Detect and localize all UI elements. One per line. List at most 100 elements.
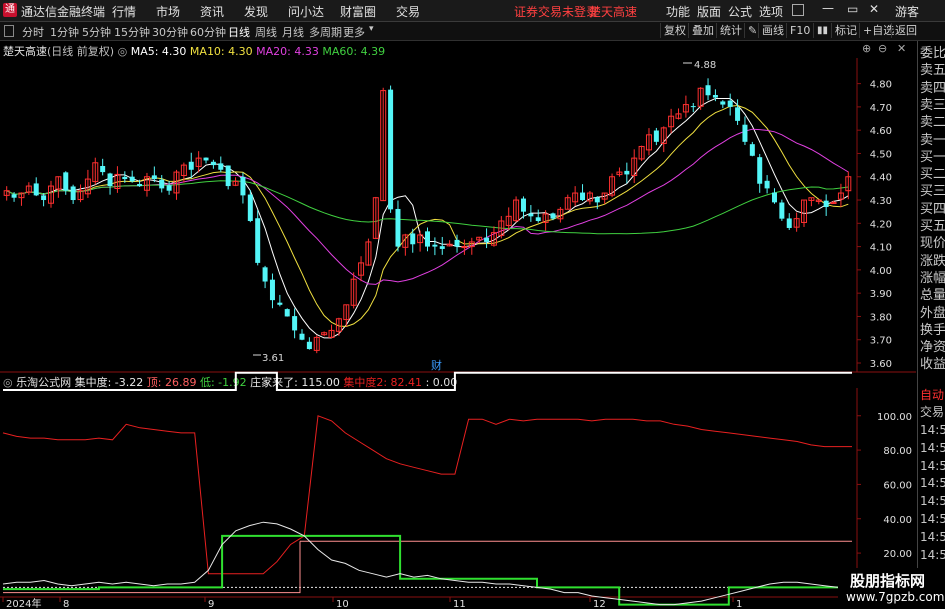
price-tick-label: 4.40 xyxy=(870,173,892,184)
candle-body xyxy=(432,244,438,247)
sidebar-field: 换手 xyxy=(920,322,945,338)
candle-body xyxy=(218,163,224,170)
candle-body xyxy=(255,218,261,263)
candle-body xyxy=(764,180,770,189)
top-line-start xyxy=(3,541,301,594)
candle-body xyxy=(11,194,17,198)
candle-body xyxy=(41,195,47,201)
candle-body xyxy=(690,106,696,108)
candle-body xyxy=(720,101,726,105)
candle-body xyxy=(247,194,253,221)
candle-body xyxy=(580,192,586,201)
sidebar-field: 收益 xyxy=(920,357,945,373)
indicator-tick-label: 40.00 xyxy=(883,515,912,526)
candle-body xyxy=(129,176,135,182)
ma20-line xyxy=(6,128,849,285)
quote-sidebar: 委比 卖五 卖四 卖三 卖二 卖一 买一 买二 买三 买四 买五 现价 涨跌 涨幅 总量 外盘 换手 净资 收益 自动… xyxy=(917,41,945,609)
candle-body xyxy=(159,179,165,189)
candle-body xyxy=(439,246,445,249)
candle-body xyxy=(100,166,106,173)
sidebar-field: 买五 xyxy=(920,219,945,234)
candle-body xyxy=(735,107,741,121)
low-price-label: 3.61 xyxy=(262,353,284,364)
candle-body xyxy=(166,185,172,191)
sidebar-trade[interactable]: 交易 xyxy=(920,403,945,421)
candle-body xyxy=(203,157,209,161)
focus2-line xyxy=(2,415,852,575)
indicator-tick-label: 20.00 xyxy=(883,549,912,560)
candle-body xyxy=(742,124,748,142)
sidebar-field: 外盘 xyxy=(920,305,945,321)
indicator-tick-label: 60.00 xyxy=(883,480,912,491)
ma5-line xyxy=(6,98,849,339)
candle-body xyxy=(151,175,157,180)
candle-body xyxy=(705,85,711,96)
candle-body xyxy=(395,208,401,247)
date-tick-label: 1 xyxy=(736,599,742,609)
candle-body xyxy=(188,161,194,170)
candle-body xyxy=(284,309,290,317)
candle-body xyxy=(410,233,416,245)
sidebar-field: 买三 xyxy=(920,184,945,200)
sidebar-auto[interactable]: 自动 xyxy=(920,386,945,404)
price-tick-label: 4.30 xyxy=(870,196,892,207)
date-tick-label: 8 xyxy=(63,599,69,609)
candle-body xyxy=(653,130,659,142)
tick-time: 14:56 xyxy=(920,494,945,509)
sidebar-field: 卖一 xyxy=(920,132,945,148)
ma10-line xyxy=(6,104,849,328)
date-tick-label: 11 xyxy=(453,599,466,609)
date-tick-label: 9 xyxy=(208,599,214,609)
indicator-tick-label: 100.00 xyxy=(877,412,912,423)
candle-body xyxy=(225,165,231,187)
candle-body xyxy=(33,183,39,196)
price-tick-label: 4.20 xyxy=(870,219,892,230)
watermark-url: www.7gpzb.com xyxy=(846,590,945,604)
sidebar-field: 买二 xyxy=(920,167,945,183)
sidebar-field: 买四 xyxy=(920,201,945,217)
date-tick-label: 10 xyxy=(336,599,349,609)
tick-time: 14:56 xyxy=(920,476,945,491)
candle-body xyxy=(727,100,733,107)
candle-body xyxy=(137,183,143,187)
candle-body xyxy=(262,267,268,282)
kline-chart[interactable]: 4.80 4.70 4.60 4.50 4.40 4.30 4.20 4.10 4.00 3.90… xyxy=(0,0,945,609)
candle-body xyxy=(306,341,312,350)
candle-body xyxy=(454,239,460,247)
date-tick-label: 2024年 xyxy=(6,597,41,609)
low-line xyxy=(3,534,852,606)
tick-time: 14:56 xyxy=(920,440,945,455)
candle-body xyxy=(786,218,792,228)
indicator-tick-label: 80.00 xyxy=(883,446,912,457)
price-tick-label: 3.70 xyxy=(870,336,892,347)
candle-body xyxy=(63,172,69,191)
candle-body xyxy=(484,237,490,242)
candle-body xyxy=(269,279,275,301)
watermark: 股朋指标网 www.7gpzb.com xyxy=(838,568,945,609)
candle-body xyxy=(122,176,128,180)
date-tick-label: 12 xyxy=(593,599,606,609)
tick-time: 14:56 xyxy=(920,512,945,526)
candle-body xyxy=(550,213,556,219)
sidebar-field: 卖二 xyxy=(920,115,945,131)
price-tick-label: 4.00 xyxy=(870,266,892,277)
candle-body xyxy=(535,217,541,221)
candle-body xyxy=(771,192,777,203)
sidebar-field: 委比 xyxy=(920,46,945,61)
price-tick-label: 4.50 xyxy=(870,149,892,160)
price-tick-label: 3.80 xyxy=(870,312,892,323)
price-tick-label: 4.70 xyxy=(870,103,892,114)
candle-body xyxy=(749,144,755,156)
candle-body xyxy=(823,200,829,208)
candle-body xyxy=(292,316,298,331)
price-tick-label: 3.90 xyxy=(870,289,892,300)
candle-body xyxy=(107,173,113,187)
candle-body xyxy=(425,231,430,247)
finance-event-marker[interactable]: 财 xyxy=(431,358,442,372)
sidebar-field: 总量 xyxy=(920,288,945,304)
candle-body xyxy=(388,89,394,210)
candle-body xyxy=(528,213,534,217)
candle-body xyxy=(520,198,526,212)
sidebar-field: 卖四 xyxy=(920,80,945,96)
candle-body xyxy=(210,161,216,166)
